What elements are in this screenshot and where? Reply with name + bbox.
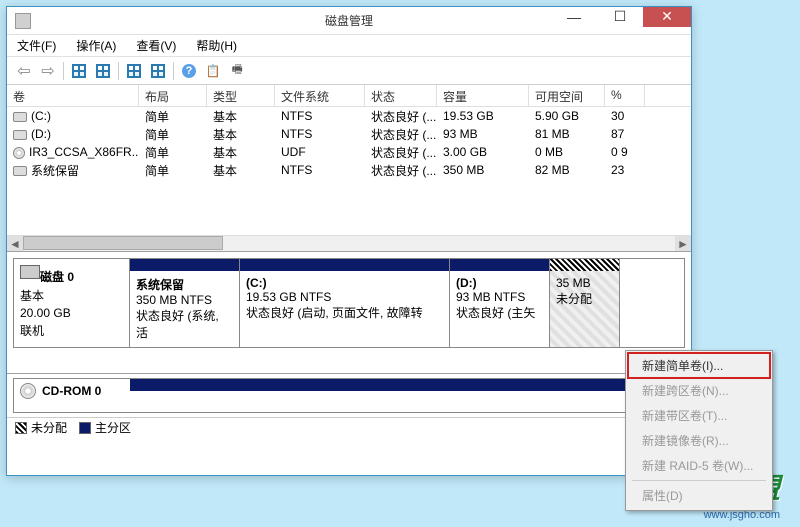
menu-new-simple-volume[interactable]: 新建简单卷(I)...	[628, 353, 770, 378]
disk-graphic-area: 磁盘 0 基本 20.00 GB 联机 系统保留350 MB NTFS状态良好 …	[7, 251, 691, 373]
context-menu: 新建简单卷(I)... 新建跨区卷(N)... 新建带区卷(T)... 新建镜像…	[625, 350, 773, 511]
menu-properties: 属性(D)	[628, 483, 770, 508]
menu-new-striped-volume: 新建带区卷(T)...	[628, 403, 770, 428]
volume-row[interactable]: (C:)简单基本NTFS状态良好 (...19.53 GB5.90 GB30	[7, 107, 691, 125]
refresh-icon: 🖷	[231, 60, 242, 81]
col-free[interactable]: 可用空间	[529, 85, 605, 106]
col-layout[interactable]: 布局	[139, 85, 207, 106]
cdrom-label: CD-ROM 0	[14, 379, 130, 403]
volume-icon	[13, 112, 27, 122]
menubar: 文件(F) 操作(A) 查看(V) 帮助(H)	[7, 35, 691, 57]
minimize-button[interactable]: —	[551, 7, 597, 27]
cdrom-row[interactable]: CD-ROM 0	[13, 378, 685, 413]
partition-unalloc[interactable]: 35 MB未分配	[550, 259, 620, 347]
window-controls: — ☐ ✕	[551, 15, 691, 27]
volume-icon	[13, 130, 27, 140]
properties-button[interactable]: 📋	[202, 60, 224, 82]
toolbar: ⇦ ⇨ ? 📋 🖷	[7, 57, 691, 85]
grid-icon	[127, 64, 141, 78]
disk-status: 联机	[20, 322, 123, 339]
close-button[interactable]: ✕	[643, 7, 691, 27]
cd-icon	[20, 383, 36, 399]
back-button[interactable]: ⇦	[13, 60, 35, 82]
unalloc-swatch-icon	[15, 422, 27, 434]
window-title: 磁盘管理	[325, 12, 373, 29]
menu-view[interactable]: 查看(V)	[130, 35, 182, 56]
view-button-4[interactable]	[147, 60, 169, 82]
menu-new-mirrored-volume: 新建镜像卷(R)...	[628, 428, 770, 453]
forward-button[interactable]: ⇨	[37, 60, 59, 82]
col-percent[interactable]: %	[605, 85, 645, 106]
col-volume[interactable]: 卷	[7, 85, 139, 106]
view-button-3[interactable]	[123, 60, 145, 82]
volume-icon	[13, 166, 27, 176]
horizontal-scrollbar[interactable]: ◄ ►	[7, 235, 691, 251]
back-arrow-icon: ⇦	[17, 61, 30, 81]
volume-list: 卷 布局 类型 文件系统 状态 容量 可用空间 % (C:)简单基本NTFS状态…	[7, 85, 691, 251]
scroll-thumb[interactable]	[23, 236, 223, 250]
properties-icon: 📋	[206, 64, 221, 78]
view-button-1[interactable]	[68, 60, 90, 82]
legend: 未分配 主分区	[7, 417, 691, 437]
partition-primary[interactable]: (C:)19.53 GB NTFS状态良好 (启动, 页面文件, 故障转	[240, 259, 450, 347]
col-type[interactable]: 类型	[207, 85, 275, 106]
help-icon: ?	[182, 64, 196, 78]
column-headers: 卷 布局 类型 文件系统 状态 容量 可用空间 %	[7, 85, 691, 107]
grid-icon	[151, 64, 165, 78]
maximize-button[interactable]: ☐	[597, 7, 643, 27]
titlebar[interactable]: 磁盘管理 — ☐ ✕	[7, 7, 691, 35]
grid-icon	[96, 64, 110, 78]
volume-row[interactable]: 系统保留简单基本NTFS状态良好 (...350 MB82 MB23	[7, 161, 691, 179]
disk-management-window: 磁盘管理 — ☐ ✕ 文件(F) 操作(A) 查看(V) 帮助(H) ⇦ ⇨ ?…	[6, 6, 692, 476]
help-button[interactable]: ?	[178, 60, 200, 82]
forward-arrow-icon: ⇨	[41, 61, 54, 81]
partition-primary[interactable]: 系统保留350 MB NTFS状态良好 (系统, 活	[130, 259, 240, 347]
disk-type: 基本	[20, 287, 123, 304]
refresh-button[interactable]: 🖷	[226, 60, 248, 82]
partition-primary[interactable]: (D:)93 MB NTFS状态良好 (主矢	[450, 259, 550, 347]
disk-0-row: 磁盘 0 基本 20.00 GB 联机 系统保留350 MB NTFS状态良好 …	[13, 258, 685, 348]
app-icon	[15, 13, 31, 29]
menu-new-spanned-volume: 新建跨区卷(N)...	[628, 378, 770, 403]
grid-icon	[72, 64, 86, 78]
disk-0-label[interactable]: 磁盘 0 基本 20.00 GB 联机	[14, 259, 130, 347]
disk-partitions: 系统保留350 MB NTFS状态良好 (系统, 活(C:)19.53 GB N…	[130, 259, 684, 347]
col-status[interactable]: 状态	[365, 85, 437, 106]
primary-swatch-icon	[79, 422, 91, 434]
menu-action[interactable]: 操作(A)	[70, 35, 122, 56]
cd-icon	[13, 147, 25, 159]
view-button-2[interactable]	[92, 60, 114, 82]
volume-row[interactable]: IR3_CCSA_X86FR...简单基本UDF状态良好 (...3.00 GB…	[7, 143, 691, 161]
col-capacity[interactable]: 容量	[437, 85, 529, 106]
scroll-right-icon[interactable]: ►	[675, 236, 691, 251]
disk-name: 磁盘 0	[40, 270, 74, 284]
legend-primary: 主分区	[79, 419, 131, 436]
cdrom-area: CD-ROM 0	[7, 373, 691, 417]
scroll-left-icon[interactable]: ◄	[7, 236, 23, 251]
menu-new-raid5-volume: 新建 RAID-5 卷(W)...	[628, 453, 770, 478]
disk-icon	[20, 265, 40, 279]
col-filesystem[interactable]: 文件系统	[275, 85, 365, 106]
legend-unallocated: 未分配	[15, 419, 67, 436]
menu-file[interactable]: 文件(F)	[11, 35, 62, 56]
menu-help[interactable]: 帮助(H)	[190, 35, 243, 56]
cdrom-name: CD-ROM 0	[42, 384, 101, 398]
volume-row[interactable]: (D:)简单基本NTFS状态良好 (...93 MB81 MB87	[7, 125, 691, 143]
disk-size: 20.00 GB	[20, 306, 123, 320]
